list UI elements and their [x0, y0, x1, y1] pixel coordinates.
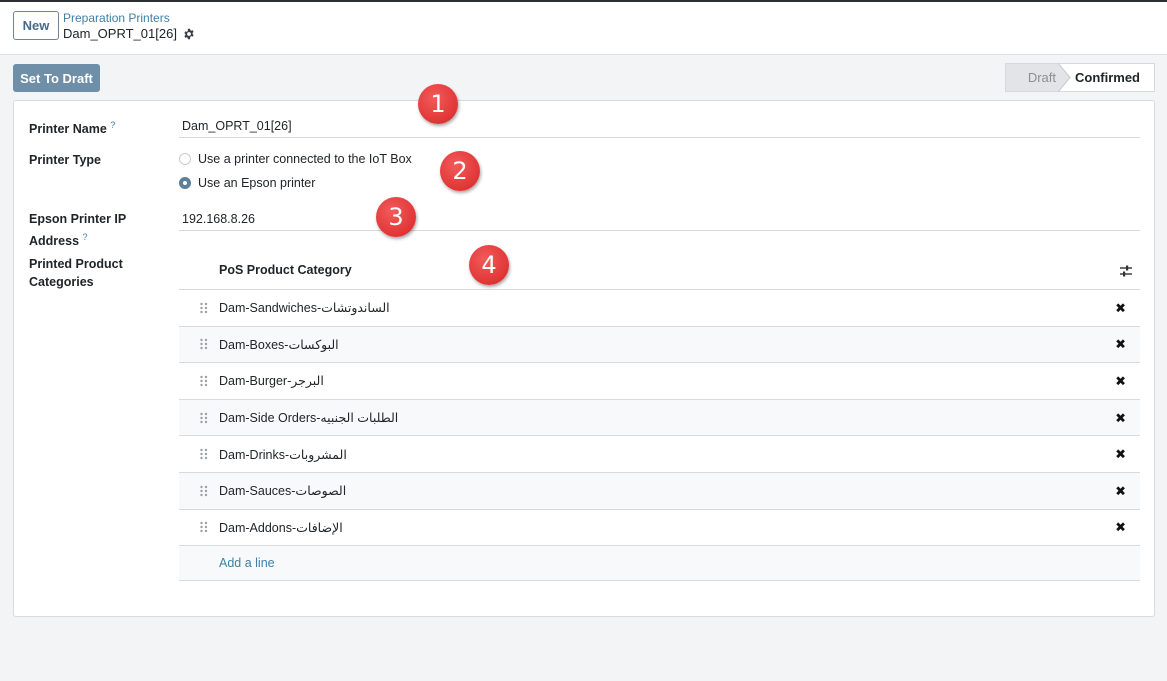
radio-option-iot-box[interactable]: Use a printer connected to the IoT Box: [179, 152, 412, 166]
drag-handle-icon[interactable]: [199, 485, 209, 497]
status-draft[interactable]: Draft: [1005, 63, 1071, 92]
help-tooltip-icon[interactable]: ?: [110, 120, 115, 130]
column-header-pos-category[interactable]: PoS Product Category: [219, 263, 352, 277]
drag-handle-icon[interactable]: [199, 521, 209, 533]
printer-type-label: Printer Type: [29, 153, 102, 167]
record-title: Dam_OPRT_01[26]: [63, 26, 177, 41]
categories-table: PoS Product Category Dam-Sandwiches-السا…: [179, 251, 1140, 582]
status-draft-label: Draft: [1027, 70, 1056, 85]
form-sheet: Printer Name ? Dam_OPRT_01[26] Printer T…: [13, 100, 1155, 617]
epson-ip-label-line1: Epson Printer IP: [29, 212, 127, 226]
delete-row-icon[interactable]: ✖: [1115, 484, 1126, 497]
category-name[interactable]: Dam-Side Orders-الطلبات الجنبيه: [219, 410, 398, 425]
radio-unchecked[interactable]: [179, 153, 191, 165]
epson-ip-label-line2-wrap: Address ?: [29, 228, 126, 250]
epson-ip-label: Epson Printer IP Address ?: [29, 210, 126, 250]
drag-handle-icon[interactable]: [199, 375, 209, 387]
drag-handle-icon[interactable]: [199, 412, 209, 424]
category-name[interactable]: Dam-Addons-الإضافات: [219, 520, 343, 535]
printer-name-input[interactable]: Dam_OPRT_01[26]: [179, 114, 1140, 138]
optional-columns-icon[interactable]: [1119, 264, 1133, 278]
category-name[interactable]: Dam-Drinks-المشروبات: [219, 447, 347, 462]
table-row[interactable]: Dam-Sauces-الصوصات ✖: [179, 472, 1140, 510]
radio-label-iot-box: Use a printer connected to the IoT Box: [198, 152, 412, 166]
status-confirmed[interactable]: Confirmed: [1059, 63, 1155, 92]
table-row[interactable]: Dam-Burger-البرجر ✖: [179, 363, 1140, 400]
table-row[interactable]: Dam-Addons-الإضافات ✖: [179, 510, 1140, 547]
category-name[interactable]: Dam-Sandwiches-الساندوتشات: [219, 300, 390, 315]
set-to-draft-button[interactable]: Set To Draft: [13, 64, 100, 92]
category-name[interactable]: Dam-Burger-البرجر: [219, 373, 324, 388]
delete-row-icon[interactable]: ✖: [1115, 338, 1126, 351]
table-row[interactable]: Dam-Sandwiches-الساندوتشات ✖: [179, 290, 1140, 327]
radio-label-epson: Use an Epson printer: [198, 176, 316, 190]
status-arrow-icon: [1058, 63, 1071, 92]
drag-handle-icon[interactable]: [199, 448, 209, 460]
category-name[interactable]: Dam-Boxes-البوكسات: [219, 337, 339, 352]
drag-handle-icon[interactable]: [199, 338, 209, 350]
delete-row-icon[interactable]: ✖: [1115, 448, 1126, 461]
new-button[interactable]: New: [13, 11, 59, 40]
delete-row-icon[interactable]: ✖: [1115, 374, 1126, 387]
callout-1: 1: [418, 84, 458, 124]
table-row[interactable]: Dam-Side Orders-الطلبات الجنبيه ✖: [179, 399, 1140, 437]
radio-checked[interactable]: [179, 177, 191, 189]
printed-categories-label: Printed Product Categories: [29, 255, 123, 291]
delete-row-icon[interactable]: ✖: [1115, 411, 1126, 424]
callout-4: 4: [469, 245, 509, 285]
printed-categories-label-line2: Categories: [29, 275, 94, 289]
radio-option-epson[interactable]: Use an Epson printer: [179, 176, 315, 190]
breadcrumb-preparation-printers[interactable]: Preparation Printers: [63, 11, 170, 25]
table-header: PoS Product Category: [179, 251, 1140, 290]
callout-2: 2: [440, 151, 480, 191]
delete-row-icon[interactable]: ✖: [1115, 521, 1126, 534]
epson-ip-label-line2: Address: [29, 234, 80, 249]
table-row[interactable]: Dam-Drinks-المشروبات ✖: [179, 436, 1140, 473]
gear-icon[interactable]: [183, 28, 195, 40]
drag-handle-icon[interactable]: [199, 302, 209, 314]
callout-3: 3: [376, 197, 416, 237]
printed-categories-label-line1: Printed Product: [29, 257, 123, 271]
category-name[interactable]: Dam-Sauces-الصوصات: [219, 483, 346, 498]
breadcrumb-current-record: Dam_OPRT_01[26]: [63, 26, 195, 41]
printer-name-label: Printer Name ?: [29, 116, 115, 138]
table-row[interactable]: Dam-Boxes-البوكسات ✖: [179, 326, 1140, 364]
add-line-link[interactable]: Add a line: [219, 556, 275, 570]
printer-name-label-text: Printer Name: [29, 122, 107, 137]
status-confirmed-label: Confirmed: [1075, 70, 1140, 85]
delete-row-icon[interactable]: ✖: [1115, 301, 1126, 314]
status-bar: Draft Confirmed: [1005, 63, 1155, 92]
help-tooltip-icon[interactable]: ?: [83, 232, 88, 242]
epson-ip-input[interactable]: 192.168.8.26: [179, 207, 1140, 231]
control-panel: New Preparation Printers Dam_OPRT_01[26]: [0, 2, 1167, 55]
add-line-row: Add a line: [179, 546, 1140, 582]
